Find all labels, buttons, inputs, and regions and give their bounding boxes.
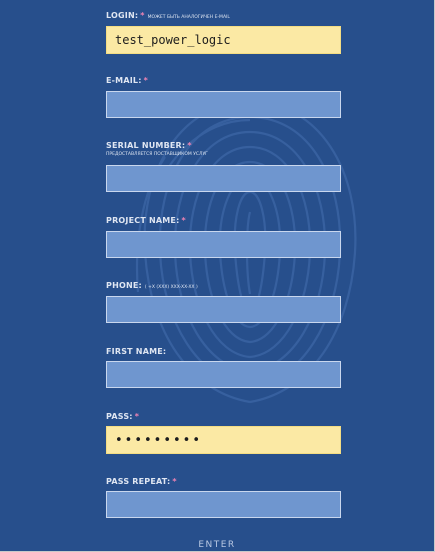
phone-label: PHONE: [106,281,142,290]
email-required-mark: * [143,76,149,85]
serial-required-mark: * [187,141,192,150]
pass-repeat-label: PASS REPEAT: [106,477,171,486]
pass-repeat-required-mark: * [172,477,177,486]
pass-repeat-label-row: PASS REPEAT: * [106,477,177,487]
login-label-row: LOGIN: * МОЖЕТ БЫТЬ АНАЛОГИЧЕН E-MAIL [106,11,230,23]
login-required-mark: * [140,11,145,20]
password-input[interactable] [106,426,341,454]
phone-format-note: ( +X (XXX) XXX-XX-XX ) [144,285,198,290]
login-note: МОЖЕТ БЫТЬ АНАЛОГИЧЕН E-MAIL [147,15,230,20]
login-input[interactable] [106,26,341,54]
project-required-mark: * [181,216,186,225]
email-input[interactable] [106,91,341,118]
serial-note: ПРЕДОСТАВЛЯЕТСЯ ПОСТАВЩИКОМ УСЛУГ [106,152,208,157]
email-label-row: E-MAIL: * [106,76,148,86]
serial-number-input[interactable] [106,165,341,192]
pass-label-row: PASS: * [106,412,139,422]
phone-label-row: PHONE:( +X (XXX) XXX-XX-XX ) [106,281,198,293]
enter-button[interactable]: ENTER [0,540,434,550]
project-label: PROJECT NAME: [106,216,180,225]
first-name-label: FIRST NAME: [106,347,167,356]
login-label: LOGIN: [106,11,139,20]
email-label: E-MAIL: [106,76,142,85]
pass-label: PASS: [106,412,133,421]
phone-input[interactable] [106,296,341,323]
first-name-label-row: FIRST NAME: [106,347,166,357]
pass-required-mark: * [134,412,140,421]
serial-label: SERIAL NUMBER: [106,141,186,150]
serial-label-row: SERIAL NUMBER: * [106,141,192,151]
password-repeat-input[interactable] [106,491,341,518]
project-label-row: PROJECT NAME: * [106,216,186,226]
project-name-input[interactable] [106,231,341,258]
first-name-input[interactable] [106,361,341,388]
registration-panel: LOGIN:*МОЖЕТ БЫТЬ АНАЛОГИЧЕН E-MAIL E-MA… [0,0,435,552]
